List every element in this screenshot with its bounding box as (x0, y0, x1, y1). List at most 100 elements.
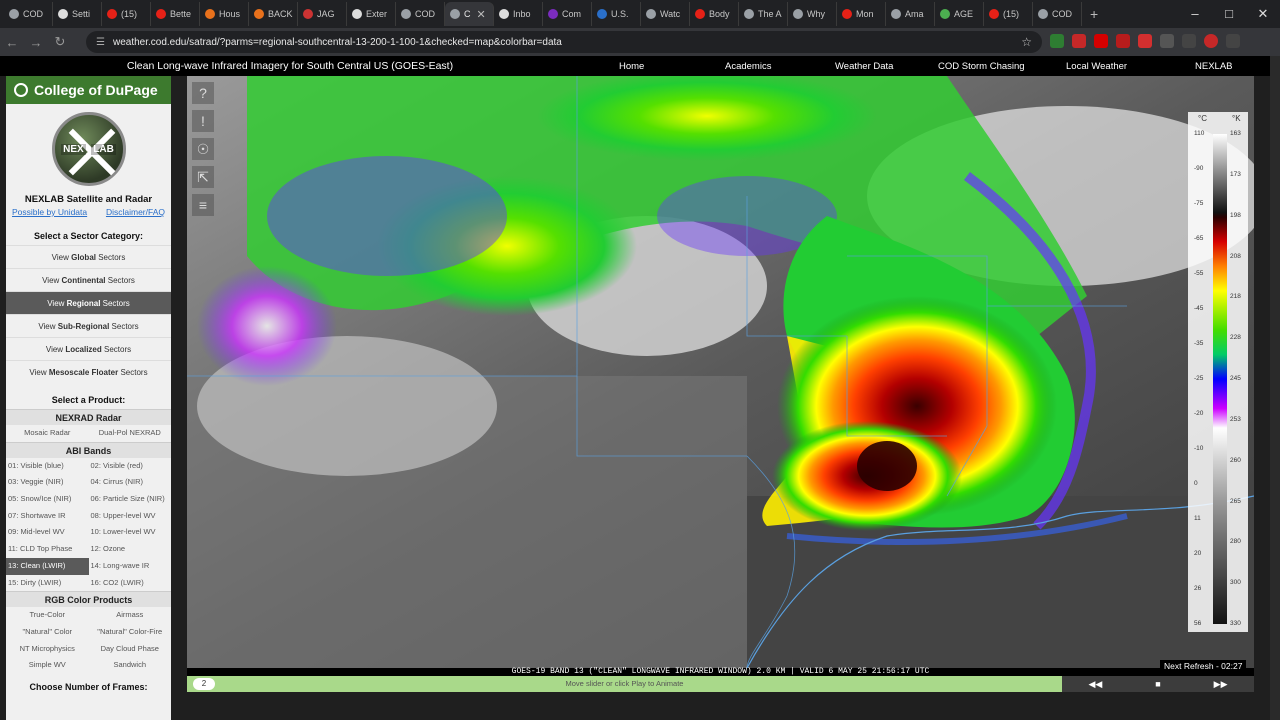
new-tab-icon[interactable]: + (1090, 6, 1098, 22)
browser-tab[interactable]: AGE (935, 2, 984, 26)
abi-item[interactable]: 04: Cirrus (NIR) (89, 474, 172, 491)
reload-icon[interactable]: ↻ (48, 34, 72, 50)
nav-academics[interactable]: Academics (725, 61, 771, 72)
stop-icon[interactable]: ■ (1155, 679, 1160, 689)
browser-tab[interactable]: JAG (298, 2, 347, 26)
nexrad-item[interactable]: Dual-Pol NEXRAD (89, 425, 172, 442)
abi-item[interactable]: 02: Visible (red) (89, 458, 172, 475)
browser-tab[interactable]: Watc (641, 2, 690, 26)
nexrad-item[interactable]: Mosaic Radar (6, 425, 89, 442)
disclaimer-link[interactable]: Disclaimer/FAQ (106, 207, 165, 217)
forward-icon[interactable]: → (24, 35, 48, 50)
minimize-icon[interactable]: – (1178, 0, 1212, 28)
extension-icon[interactable] (1138, 34, 1152, 48)
browser-tab[interactable]: (15) (102, 2, 151, 26)
sector-label-pre: View (47, 299, 67, 308)
sector-item[interactable]: View Global Sectors (6, 245, 171, 268)
extension-icon[interactable] (1050, 34, 1064, 48)
abi-item[interactable]: 06: Particle Size (NIR) (89, 491, 172, 508)
rgb-item[interactable]: Airmass (89, 607, 172, 624)
abi-item[interactable]: 16: CO2 (LWIR) (89, 575, 172, 592)
address-bar[interactable]: ☰ weather.cod.edu/satrad/?parms=regional… (86, 31, 1042, 53)
bookmark-star-icon[interactable]: ☆ (1021, 35, 1032, 49)
close-window-icon[interactable]: ✕ (1246, 0, 1280, 28)
playlist-icon[interactable] (1182, 34, 1196, 48)
abi-item[interactable]: 08: Upper-level WV (89, 508, 172, 525)
rgb-item[interactable]: "Natural" Color (6, 624, 89, 641)
satellite-map[interactable]: ? ! ☉ ⇱ ≡ °C °K 110 -90 -75 -65 -55 -45 -35 -25… (187, 76, 1254, 668)
site-info-icon[interactable]: ☰ (96, 37, 105, 48)
back-icon[interactable]: ← (0, 35, 24, 50)
browser-tab[interactable]: Setti (53, 2, 102, 26)
abi-item[interactable]: 09: Mid-level WV (6, 524, 89, 541)
sector-item[interactable]: View Regional Sectors (6, 291, 171, 314)
browser-tab[interactable]: Inbo (494, 2, 543, 26)
abi-item[interactable]: 15: Dirty (LWIR) (6, 575, 89, 592)
sector-item[interactable]: View Localized Sectors (6, 337, 171, 360)
page-scrollbar[interactable] (1270, 56, 1280, 720)
browser-tab[interactable]: COD (1033, 2, 1082, 26)
abi-item[interactable]: 13: Clean (LWIR) (6, 557, 89, 575)
browser-tab[interactable]: Com (543, 2, 592, 26)
browser-tab[interactable]: Mon (837, 2, 886, 26)
rgb-item[interactable]: Simple WV (6, 657, 89, 674)
rgb-item[interactable]: Sandwich (89, 657, 172, 674)
browser-tab[interactable]: Body (690, 2, 739, 26)
puzzle-icon[interactable] (1160, 34, 1174, 48)
abi-item[interactable]: 05: Snow/Ice (NIR) (6, 491, 89, 508)
sector-label-pre: View (45, 345, 66, 354)
cod-logo[interactable]: College of DuPage (6, 76, 171, 104)
expand-icon[interactable]: ⇱ (192, 166, 214, 188)
browser-tab[interactable]: Ama (886, 2, 935, 26)
browser-tab[interactable]: Why (788, 2, 837, 26)
nav-storm-chasing[interactable]: COD Storm Chasing (938, 61, 1025, 72)
rgb-item[interactable]: Day Cloud Phase (89, 641, 172, 658)
browser-tab[interactable]: The A (739, 2, 788, 26)
maximize-icon[interactable]: □ (1212, 0, 1246, 28)
rgb-item[interactable]: "Natural" Color-Fire (89, 624, 172, 641)
abi-item[interactable]: 03: Veggie (NIR) (6, 474, 89, 491)
abi-item[interactable]: 10: Lower-level WV (89, 524, 172, 541)
browser-tab[interactable]: (15) (984, 2, 1033, 26)
abi-item[interactable]: 01: Visible (blue) (6, 458, 89, 475)
browser-tab[interactable]: COD (4, 2, 53, 26)
profile-avatar[interactable] (1204, 34, 1218, 48)
abi-item[interactable]: 07: Shortwave IR (6, 508, 89, 525)
sector-item[interactable]: View Continental Sectors (6, 268, 171, 291)
fast-forward-icon[interactable]: ▶▶ (1214, 679, 1228, 690)
browser-tab[interactable]: BACK (249, 2, 298, 26)
extension-icon[interactable] (1072, 34, 1086, 48)
globe-icon[interactable]: ☉ (192, 138, 214, 160)
slider-knob[interactable]: 2 (193, 678, 215, 690)
browser-tab[interactable]: Exter (347, 2, 396, 26)
nav-local-weather[interactable]: Local Weather (1066, 61, 1127, 72)
celsius-tick: 110 (1194, 130, 1205, 137)
help-icon[interactable]: ? (192, 82, 214, 104)
abi-item[interactable]: 12: Ozone (89, 541, 172, 558)
nav-weather-data[interactable]: Weather Data (835, 61, 893, 72)
tab-favicon-icon (254, 9, 264, 19)
sector-item[interactable]: View Mesoscale Floater Sectors (6, 360, 171, 383)
extension-icon[interactable] (1116, 34, 1130, 48)
browser-tab[interactable]: U.S. (592, 2, 641, 26)
browser-tab[interactable]: Bette (151, 2, 200, 26)
nav-nexlab[interactable]: NEXLAB (1195, 61, 1233, 72)
rgb-item[interactable]: True-Color (6, 607, 89, 624)
info-icon[interactable]: ! (192, 110, 214, 132)
browser-tab[interactable]: Hous (200, 2, 249, 26)
rgb-item[interactable]: NT Microphysics (6, 641, 89, 658)
sector-item[interactable]: View Sub-Regional Sectors (6, 314, 171, 337)
browser-tab[interactable]: C ✕ (445, 2, 494, 26)
nav-home[interactable]: Home (619, 61, 644, 72)
rewind-icon[interactable]: ◀◀ (1088, 679, 1102, 690)
layers-icon[interactable]: ≡ (192, 194, 214, 216)
extension-icon[interactable] (1094, 34, 1108, 48)
frame-slider[interactable]: Move slider or click Play to Animate 2 (187, 676, 1062, 692)
tab-close-icon[interactable]: ✕ (477, 8, 486, 21)
menu-dots-icon[interactable] (1226, 34, 1240, 48)
abi-item[interactable]: 11: CLD Top Phase (6, 541, 89, 558)
unidata-link[interactable]: Possible by Unidata (12, 207, 87, 217)
abi-item[interactable]: 14: Long-wave IR (89, 558, 172, 575)
sector-label-bold: Mesoscale Floater (48, 368, 119, 377)
browser-tab[interactable]: COD (396, 2, 445, 26)
